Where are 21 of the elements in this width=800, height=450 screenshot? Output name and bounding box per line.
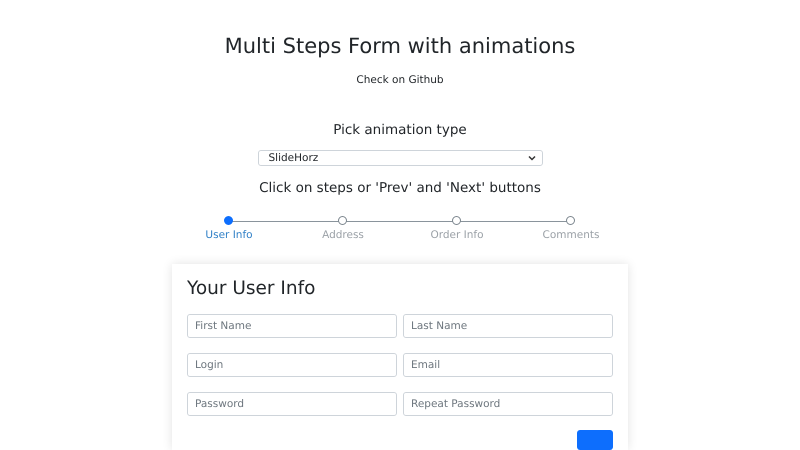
page-title: Multi Steps Form with animations [224, 33, 576, 59]
step-label[interactable]: Comments [542, 229, 600, 241]
step-label[interactable]: User Info [205, 229, 253, 241]
input-field[interactable]: Email [403, 353, 613, 377]
step-label[interactable]: Order Info [430, 229, 484, 241]
instruction-text: Click on steps or 'Prev' and 'Next' buttons [259, 180, 541, 196]
step-dot[interactable] [452, 216, 461, 225]
step-dot[interactable] [566, 216, 575, 225]
chevron-down-icon [528, 155, 536, 161]
card-title: Your User Info [187, 277, 316, 301]
github-link[interactable]: Check on Github [356, 74, 444, 86]
picker-label: Pick animation type [333, 122, 467, 138]
input-field[interactable]: Last Name [403, 314, 613, 338]
input-field[interactable]: Password [187, 392, 397, 416]
input-field[interactable]: First Name [187, 314, 397, 338]
step-label[interactable]: Address [322, 229, 364, 241]
step-dot[interactable] [224, 216, 233, 225]
animation-select[interactable]: SlideHorz [258, 150, 542, 166]
step-dot[interactable] [338, 216, 347, 225]
input-field[interactable]: Login [187, 353, 397, 377]
input-field[interactable]: Repeat Password [403, 392, 613, 416]
